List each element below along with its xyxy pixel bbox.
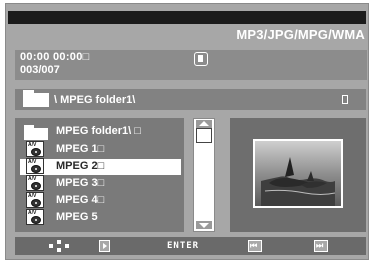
list-item-label: MPEG 3□ (56, 177, 105, 189)
scroll-down-icon[interactable] (196, 221, 212, 229)
av-disc-icon: A/V (26, 175, 44, 191)
list-item-label: MPEG 2□ (56, 160, 105, 172)
list-item[interactable]: MPEG folder1\ □ (22, 124, 182, 140)
av-disc-icon: A/V (26, 158, 44, 174)
stop-icon[interactable] (194, 52, 208, 66)
folder-icon (24, 125, 48, 140)
time-display: 00:00 00:00□ (20, 51, 90, 63)
menu-title: MP3/JPG/MPG/WMA (236, 27, 365, 42)
track-counter: 003/007 (20, 64, 60, 76)
av-disc-icon: A/V (26, 141, 44, 157)
av-disc-icon: A/V (26, 192, 44, 208)
list-item[interactable]: A/V MPEG 5 (22, 209, 182, 226)
list-item-label: MPEG 5 (56, 211, 98, 223)
list-item-label: MPEG folder1\ □ (56, 125, 141, 137)
list-item[interactable]: A/V MPEG 4□ (22, 192, 182, 209)
skip-previous-icon[interactable]: ⏮ (248, 240, 262, 252)
scroll-thumb[interactable] (196, 128, 212, 143)
current-path: \ MPEG folder1\ (54, 94, 136, 106)
play-icon[interactable] (99, 240, 110, 252)
scroll-up-icon[interactable] (196, 120, 212, 128)
navigate-arrows-icon[interactable] (49, 240, 69, 252)
list-item-label: MPEG 1□ (56, 143, 105, 155)
dolphins-thumbnail (253, 139, 343, 208)
folder-icon (23, 90, 49, 107)
list-item-selected[interactable]: A/V MPEG 2□ (20, 158, 181, 175)
enter-button[interactable]: ENTER (167, 241, 199, 251)
list-item-label: MPEG 4□ (56, 194, 105, 206)
list-item[interactable]: A/V MPEG 3□ (22, 175, 182, 192)
path-indicator (342, 95, 348, 104)
title-bar (8, 11, 366, 24)
skip-next-icon[interactable]: ⏭ (314, 240, 328, 252)
list-item[interactable]: A/V MPEG 1□ (22, 141, 182, 158)
av-disc-icon: A/V (26, 209, 44, 225)
